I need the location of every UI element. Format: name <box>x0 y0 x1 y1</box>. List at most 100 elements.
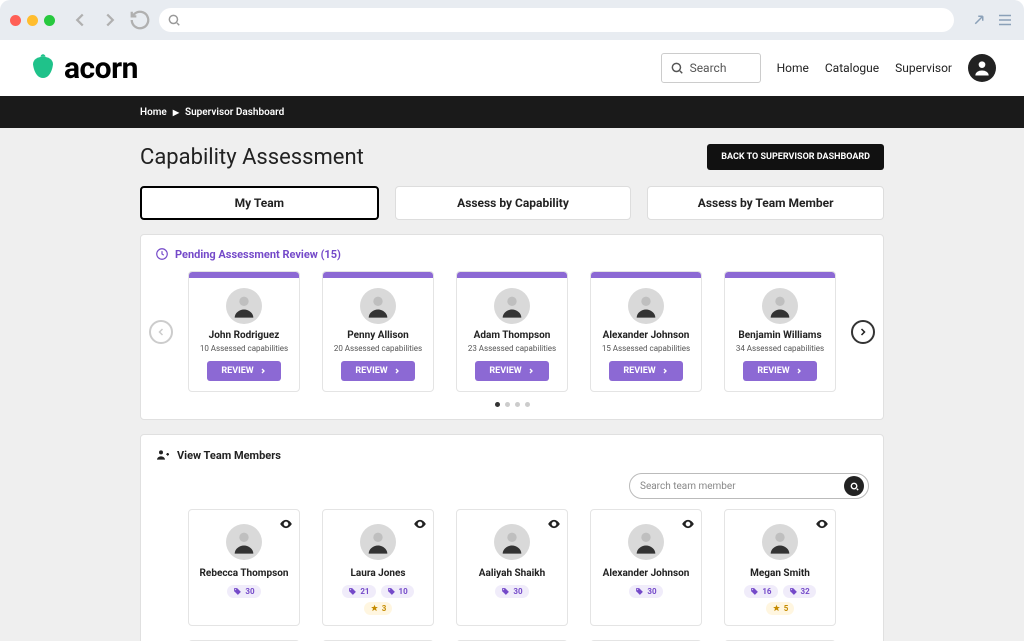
team-search-placeholder: Search team member <box>640 481 838 492</box>
pending-panel-header: Pending Assessment Review (15) <box>155 247 869 261</box>
tab-my-team[interactable]: My Team <box>140 186 379 220</box>
page-title: Capability Assessment <box>140 145 364 170</box>
nav-home[interactable]: Home <box>777 61 809 75</box>
chevron-right-icon <box>795 367 803 375</box>
member-chips: 1632 <box>744 585 815 598</box>
page-body: Capability Assessment BACK TO SUPERVISOR… <box>0 128 1024 641</box>
person-subtitle: 20 Assessed capabilities <box>334 344 422 353</box>
team-member-card: Rebecca Thompson 30 <box>188 509 300 626</box>
card-accent-bar <box>189 272 299 278</box>
breadcrumb-home[interactable]: Home <box>140 107 167 118</box>
pending-card: Adam Thompson 23 Assessed capabilities REV… <box>456 271 568 392</box>
browser-actions <box>970 11 1014 29</box>
pending-assessment-panel: Pending Assessment Review (15) John Rodr… <box>140 234 884 420</box>
breadcrumb-sep: ▶ <box>173 108 179 117</box>
chevron-right-icon <box>857 326 869 338</box>
person-avatar <box>226 524 262 560</box>
view-member-button[interactable] <box>279 516 293 530</box>
view-team-panel: View Team Members Search team member Reb… <box>140 434 884 641</box>
pagination-dot[interactable] <box>515 402 520 407</box>
member-name: Megan Smith <box>750 568 810 579</box>
person-avatar <box>360 288 396 324</box>
maximize-window-dot[interactable] <box>44 15 55 26</box>
tab-by-member[interactable]: Assess by Team Member <box>647 186 884 220</box>
member-name: Rebecca Thompson <box>200 568 289 579</box>
member-chips: 30 <box>227 585 260 598</box>
global-search[interactable]: Search <box>661 53 761 83</box>
app-header: acorn Search Home Catalogue Supervisor <box>0 40 1024 96</box>
browser-chrome <box>0 0 1024 40</box>
pagination-dot[interactable] <box>525 402 530 407</box>
browser-forward-icon[interactable] <box>99 9 121 31</box>
pending-card: John Rodriguez10 Assessed capabilitiesRE… <box>188 271 300 392</box>
review-button[interactable]: REVIEW <box>475 361 548 381</box>
carousel-next-button[interactable] <box>851 320 875 344</box>
user-avatar[interactable] <box>968 54 996 82</box>
browser-address-bar[interactable] <box>159 8 954 32</box>
browser-back-icon[interactable] <box>69 9 91 31</box>
review-button[interactable]: REVIEW <box>207 361 280 381</box>
carousel-pagination <box>155 402 869 407</box>
back-to-dashboard-button[interactable]: BACK TO SUPERVISOR DASHBOARD <box>707 144 884 170</box>
nav-catalogue[interactable]: Catalogue <box>825 61 879 75</box>
person-avatar <box>628 288 664 324</box>
person-name: Alexander Johnson <box>603 330 690 341</box>
member-name: Laura Jones <box>350 568 405 579</box>
pending-carousel: John Rodriguez10 Assessed capabilitiesRE… <box>155 271 869 392</box>
tag-chip: 21 <box>342 585 375 598</box>
pagination-dot[interactable] <box>495 402 500 407</box>
person-name: Adam Thompson <box>474 330 551 341</box>
pending-card: Penny Allison20 Assessed capabilitiesREV… <box>322 271 434 392</box>
browser-refresh-icon[interactable] <box>129 9 151 31</box>
person-avatar <box>494 524 530 560</box>
person-avatar <box>762 288 798 324</box>
star-chip: 3 <box>364 602 393 615</box>
breadcrumb-current: Supervisor Dashboard <box>185 107 284 118</box>
team-search-input[interactable]: Search team member <box>629 473 869 499</box>
chevron-left-icon <box>155 326 167 338</box>
view-member-button[interactable] <box>413 516 427 530</box>
pending-card: Alexander Johnson15 Assessed capabilitie… <box>590 271 702 392</box>
tab-by-capability[interactable]: Assess by Capability <box>395 186 632 220</box>
search-placeholder: Search <box>690 61 727 75</box>
member-chips: 30 <box>629 585 662 598</box>
review-button[interactable]: REVIEW <box>609 361 682 381</box>
view-member-button[interactable] <box>815 516 829 530</box>
review-button[interactable]: REVIEW <box>743 361 816 381</box>
team-search-button[interactable] <box>844 476 864 496</box>
tag-chip: 30 <box>629 585 662 598</box>
search-icon <box>670 61 684 75</box>
brand-name: acorn <box>64 51 138 86</box>
acorn-icon <box>28 53 58 83</box>
team-member-card: Aaliyah Shaikh 30 <box>456 509 568 626</box>
nav-supervisor[interactable]: Supervisor <box>895 61 952 75</box>
person-name: John Rodriguez <box>209 330 280 341</box>
tag-chip: 10 <box>381 585 414 598</box>
member-name: Aaliyah Shaikh <box>479 568 545 579</box>
chevron-right-icon <box>527 367 535 375</box>
member-stars: 5 <box>766 602 795 615</box>
view-member-button[interactable] <box>681 516 695 530</box>
tag-chip: 30 <box>227 585 260 598</box>
view-member-button[interactable] <box>547 516 561 530</box>
tag-chip: 30 <box>495 585 528 598</box>
menu-icon[interactable] <box>996 11 1014 29</box>
search-icon <box>167 13 181 27</box>
expand-icon[interactable] <box>970 11 988 29</box>
chevron-right-icon <box>393 367 401 375</box>
member-chips: 21 10 <box>342 585 413 598</box>
team-member-card: Alexander Johnson30 <box>590 509 702 626</box>
person-icon <box>972 58 992 78</box>
carousel-prev-button[interactable] <box>149 320 173 344</box>
team-member-card: Megan Smith 1632 5 <box>724 509 836 626</box>
window-controls <box>10 15 55 26</box>
minimize-window-dot[interactable] <box>27 15 38 26</box>
brand-logo[interactable]: acorn <box>28 51 138 86</box>
chevron-right-icon <box>661 367 669 375</box>
person-avatar <box>360 524 396 560</box>
person-subtitle: 23 Assessed capabilities <box>468 344 556 353</box>
review-button[interactable]: REVIEW <box>341 361 414 381</box>
close-window-dot[interactable] <box>10 15 21 26</box>
tag-chip: 32 <box>783 585 816 598</box>
pagination-dot[interactable] <box>505 402 510 407</box>
